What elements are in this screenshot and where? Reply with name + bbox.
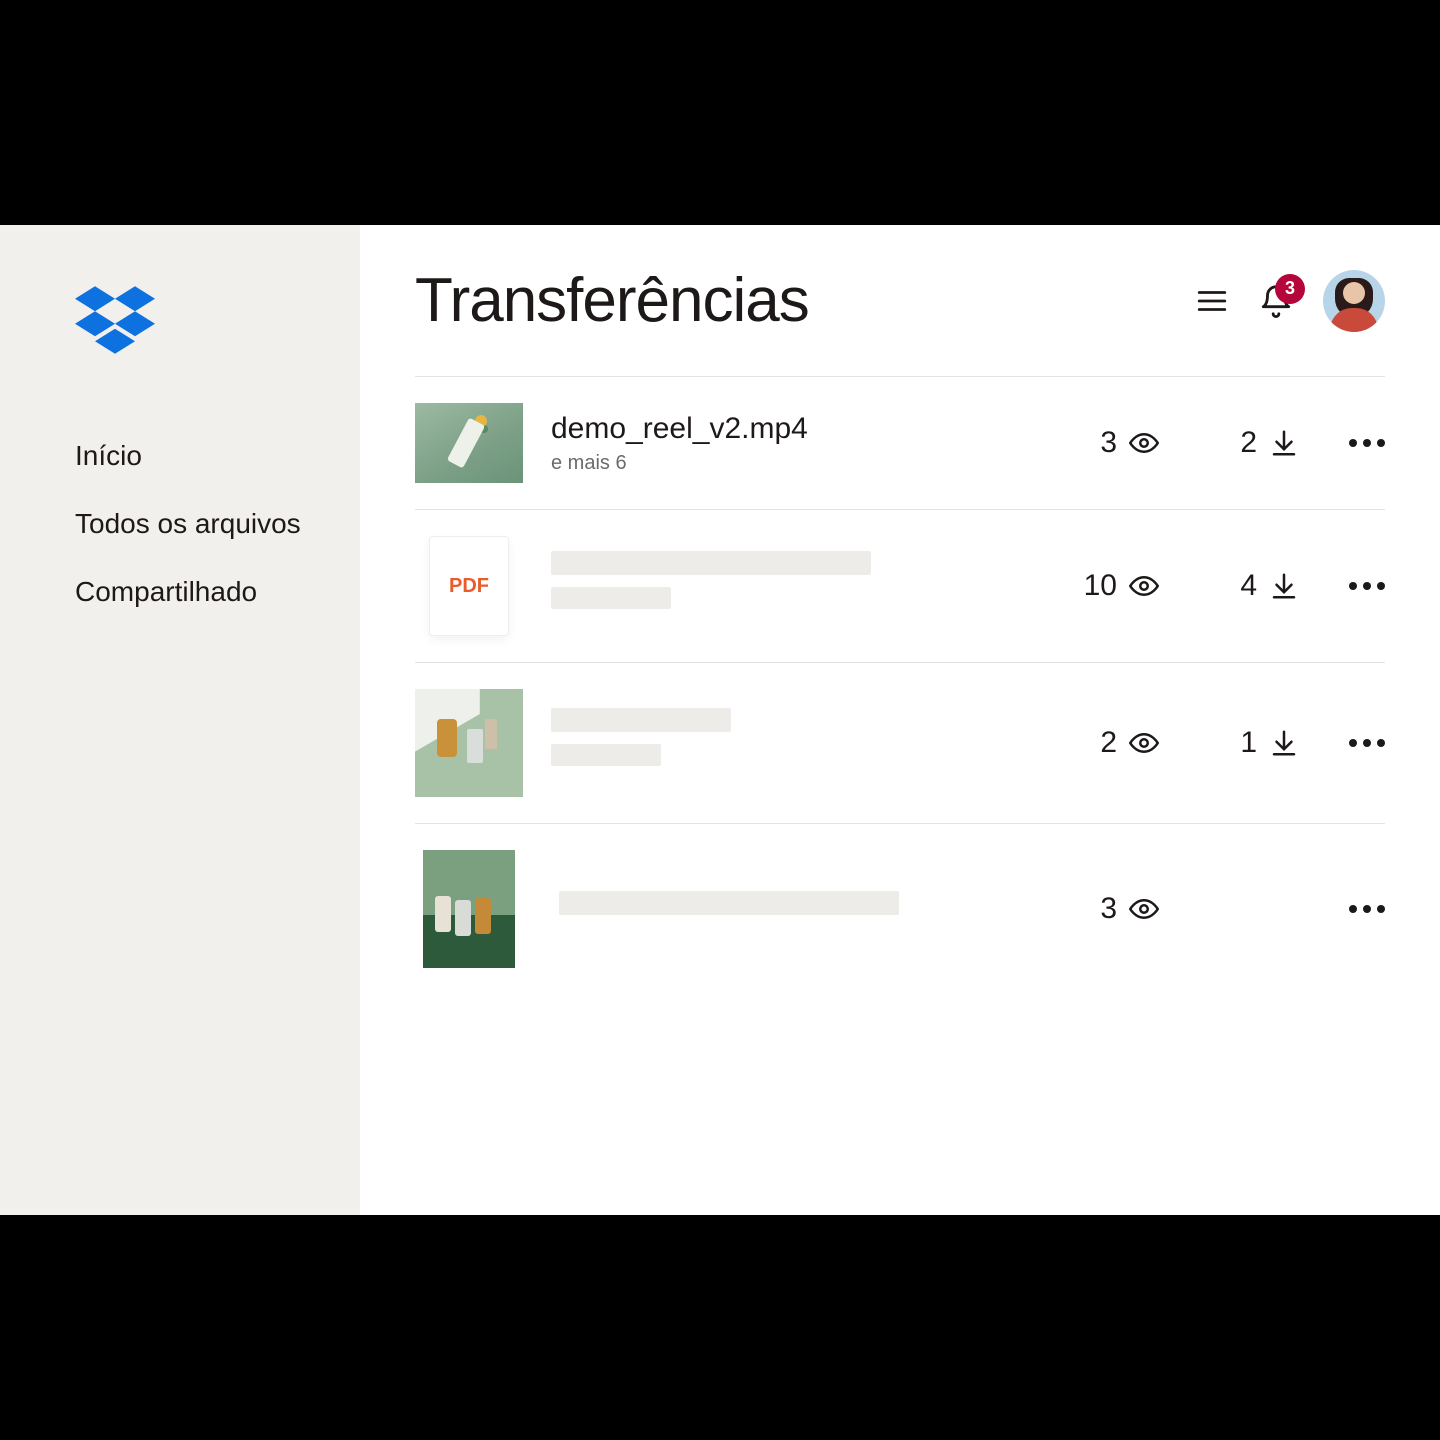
file-info [551,551,1069,621]
page-title: Transferências [415,265,809,336]
placeholder-text [551,744,661,766]
downloads-count: 2 [1240,426,1257,460]
placeholder-text [551,551,871,575]
row-stats: 3 2 [1069,426,1299,460]
downloads-stat: 2 [1209,426,1299,460]
file-thumbnail [415,689,523,797]
avatar[interactable] [1323,270,1385,332]
file-info [551,708,1069,778]
transfer-row[interactable]: 2 1 [415,663,1385,824]
download-icon [1269,571,1299,601]
placeholder-text [551,587,671,609]
sidebar: Início Todos os arquivos Compartilhado [0,225,360,1215]
downloads-stat: 4 [1209,569,1299,603]
more-actions-icon[interactable] [1349,905,1385,913]
file-subtitle: e mais 6 [551,452,1069,475]
views-stat: 3 [1069,892,1159,926]
header: Transferências 3 [415,265,1385,336]
download-icon [1269,428,1299,458]
downloads-count: 1 [1240,726,1257,760]
eye-icon [1129,428,1159,458]
dropbox-logo-icon[interactable] [75,285,320,360]
pdf-icon: PDF [429,536,509,636]
views-stat: 3 [1069,426,1159,460]
notification-badge: 3 [1275,274,1305,304]
eye-icon [1129,894,1159,924]
notifications-icon[interactable]: 3 [1259,284,1293,318]
transfer-row[interactable]: 3 [415,824,1385,994]
views-count: 3 [1100,892,1117,926]
downloads-stat: 1 [1209,726,1299,760]
sidebar-item-shared[interactable]: Compartilhado [75,576,320,608]
views-count: 10 [1084,569,1117,603]
more-actions-icon[interactable] [1349,439,1385,447]
views-count: 2 [1100,726,1117,760]
file-info: demo_reel_v2.mp4 e mais 6 [551,412,1069,475]
pdf-badge-label: PDF [449,575,489,598]
main-content: Transferências 3 [360,225,1440,1215]
eye-icon [1129,728,1159,758]
file-name: demo_reel_v2.mp4 [551,412,1069,446]
more-actions-icon[interactable] [1349,739,1385,747]
download-icon [1269,728,1299,758]
placeholder-text [551,708,731,732]
placeholder-text [559,891,899,915]
app-window: Início Todos os arquivos Compartilhado T… [0,225,1440,1215]
views-stat: 2 [1069,726,1159,760]
downloads-count: 4 [1240,569,1257,603]
file-thumbnail [415,403,523,483]
sidebar-item-home[interactable]: Início [75,440,320,472]
sidebar-item-all-files[interactable]: Todos os arquivos [75,508,320,540]
transfer-row[interactable]: demo_reel_v2.mp4 e mais 6 3 2 [415,377,1385,510]
file-thumbnail: PDF [415,536,523,636]
row-stats: 2 1 [1069,726,1299,760]
row-stats: 10 4 [1069,569,1299,603]
more-actions-icon[interactable] [1349,582,1385,590]
row-stats: 3 [1069,892,1299,926]
views-count: 3 [1100,426,1117,460]
header-actions: 3 [1195,270,1385,332]
file-thumbnail [423,850,515,968]
transfer-row[interactable]: PDF 10 4 [415,510,1385,663]
file-info [559,891,1069,927]
views-stat: 10 [1069,569,1159,603]
menu-icon[interactable] [1195,284,1229,318]
eye-icon [1129,571,1159,601]
